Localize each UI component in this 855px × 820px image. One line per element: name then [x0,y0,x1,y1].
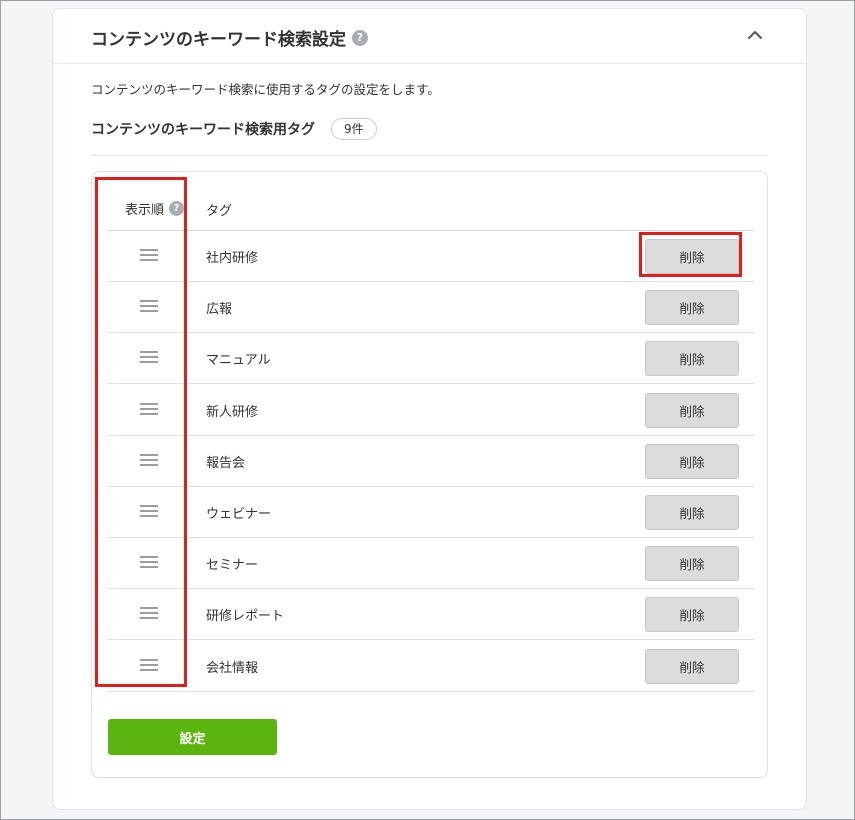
table-row: 広報 削除 [107,282,754,334]
table-row: セミナー 削除 [107,538,754,590]
header-order: 表示順 ? [125,199,185,218]
drag-handle-icon[interactable] [140,402,158,416]
header-order-label: 表示順 [125,203,165,218]
section-description: コンテンツのキーワード検索に使用するタグの設定をします。 [91,82,440,97]
tag-name: 研修レポート [206,609,285,625]
tag-name: ウェビナー [206,507,272,522]
card-header[interactable]: コンテンツのキーワード検索設定 ? [53,9,806,64]
delete-button[interactable]: 削除 [645,392,739,428]
table-row: 新人研修 削除 [107,385,754,436]
drag-handle-icon[interactable] [140,555,158,569]
delete-button[interactable]: 削除 [645,546,739,582]
table-row: 報告会 削除 [107,436,754,487]
delete-button[interactable]: 削除 [645,239,739,274]
divider [91,155,768,156]
drag-handle-icon[interactable] [140,299,158,313]
header-tag: タグ [206,204,233,219]
delete-button[interactable]: 削除 [645,648,739,684]
delete-button[interactable]: 削除 [645,443,739,479]
chevron-up-icon[interactable] [747,27,763,43]
delete-button[interactable]: 削除 [645,597,739,633]
tag-name: 広報 [206,302,233,318]
drag-handle-icon[interactable] [140,658,158,672]
table-row: ウェビナー 削除 [107,487,754,538]
tag-name: 会社情報 [206,660,259,676]
tag-name: セミナー [206,558,259,574]
delete-button[interactable]: 削除 [645,341,739,377]
tag-name: 社内研修 [206,251,259,266]
tag-name: 報告会 [206,455,246,471]
drag-handle-icon[interactable] [140,606,158,620]
tag-name: 新人研修 [206,404,259,420]
drag-handle-icon[interactable] [140,248,158,262]
table-header: 表示順 ? タグ [107,172,754,231]
tag-table-card: 表示順 ? タグ 社内研修 削除 広報 削除 マニュアル 削除 新人研修 削除 報告会 削除 ウェビ… [91,171,768,778]
tag-subtitle: コンテンツのキーワード検索用タグ [91,122,315,138]
table-row: 研修レポート 削除 [107,589,754,641]
section-title: コンテンツのキーワード検索設定 [91,30,346,50]
delete-button[interactable]: 削除 [645,290,739,326]
tag-count-badge: 9件 [331,118,377,140]
question-circle-icon[interactable]: ? [169,201,185,216]
table-row: 会社情報 削除 [107,641,754,692]
submit-button[interactable]: 設定 [108,719,277,755]
table-row: マニュアル 削除 [107,333,754,385]
tag-subtitle-row: コンテンツのキーワード検索用タグ 9件 [91,118,377,140]
question-circle-icon[interactable]: ? [352,29,368,46]
tag-name: マニュアル [206,353,271,369]
drag-handle-icon[interactable] [140,504,158,518]
delete-button[interactable]: 削除 [645,495,739,530]
table-row: 社内研修 削除 [107,231,754,282]
section-title-wrap: コンテンツのキーワード検索設定 ? [91,25,368,50]
drag-handle-icon[interactable] [140,350,158,364]
keyword-search-settings-card: コンテンツのキーワード検索設定 ? コンテンツのキーワード検索に使用するタグの設… [52,8,807,810]
drag-handle-icon[interactable] [140,453,158,467]
